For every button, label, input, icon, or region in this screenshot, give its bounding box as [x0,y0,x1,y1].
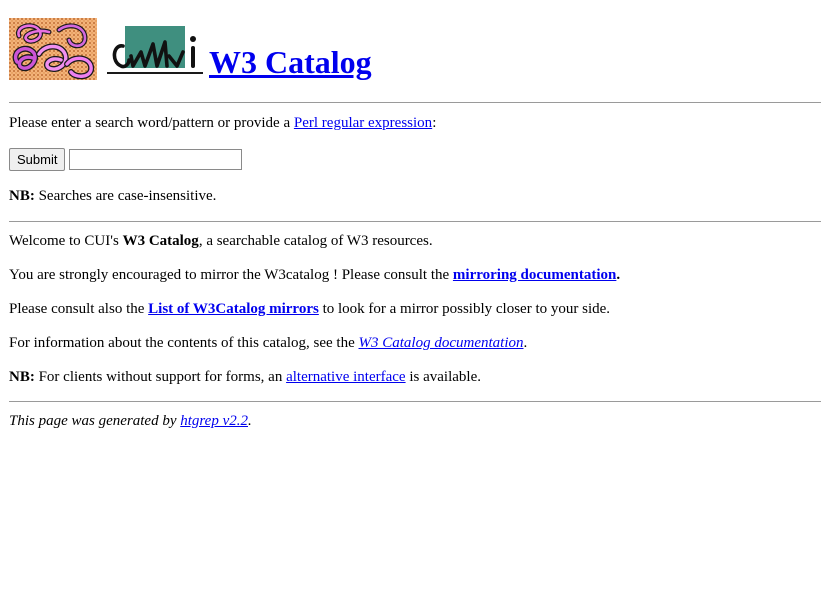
footer-prefix: This page was generated by [9,413,181,429]
divider [9,401,821,402]
cui-logo-icon[interactable] [9,18,97,80]
htgrep-link[interactable]: htgrep v2.2 [180,413,248,429]
search-input[interactable] [69,149,243,170]
doc-suffix: . [523,335,528,351]
search-prompt-text: Please enter a search word/pattern or pr… [9,115,294,131]
nb-label: NB: [9,369,35,385]
search-prompt: Please enter a search word/pattern or pr… [9,114,821,132]
divider [9,221,821,222]
documentation-text: For information about the contents of th… [9,334,821,352]
search-form: Submit [9,148,821,171]
footer-suffix: . [248,413,252,429]
case-note: NB: Searches are case-insensitive. [9,187,821,205]
mirror-text: You are strongly encouraged to mirror th… [9,266,821,284]
page: W3 Catalog Please enter a search word/pa… [0,0,830,430]
welcome-bold: W3 Catalog [122,233,199,249]
cui-wordmark-icon[interactable] [107,26,203,76]
mirror-prefix: You are strongly encouraged to mirror th… [9,267,453,283]
catalog-documentation-link[interactable]: W3 Catalog documentation [359,335,524,351]
mirror-list-link[interactable]: List of W3Catalog mirrors [148,301,319,317]
mirror-list-text: Please consult also the List of W3Catalo… [9,300,821,318]
alt-prefix: For clients without support for forms, a… [34,369,287,385]
nb-label: NB: [9,188,35,204]
welcome-text: Welcome to CUI's W3 Catalog, a searchabl… [9,232,821,250]
welcome-suffix: , a searchable catalog of W3 resources. [198,233,433,249]
footer-text: This page was generated by htgrep v2.2. [9,412,821,430]
list-suffix: to look for a mirror possibly closer to … [318,301,611,317]
mirroring-documentation-link[interactable]: mirroring documentation [453,267,616,283]
alternative-interface-link[interactable]: alternative interface [286,369,406,385]
alt-suffix: is available. [405,369,481,385]
list-prefix: Please consult also the [9,301,149,317]
submit-button[interactable]: Submit [9,148,66,171]
perl-regex-link[interactable]: Perl regular expression [294,115,432,131]
welcome-prefix: Welcome to CUI's [9,233,123,249]
header: W3 Catalog [9,8,821,80]
page-title-link[interactable]: W3 Catalog [209,46,372,78]
search-prompt-colon: : [432,115,437,131]
divider [9,102,821,103]
case-note-text: Searches are case-insensitive. [34,188,217,204]
alternative-interface-note: NB: For clients without support for form… [9,368,821,386]
mirror-suffix: . [616,267,621,283]
doc-prefix: For information about the contents of th… [9,335,359,351]
